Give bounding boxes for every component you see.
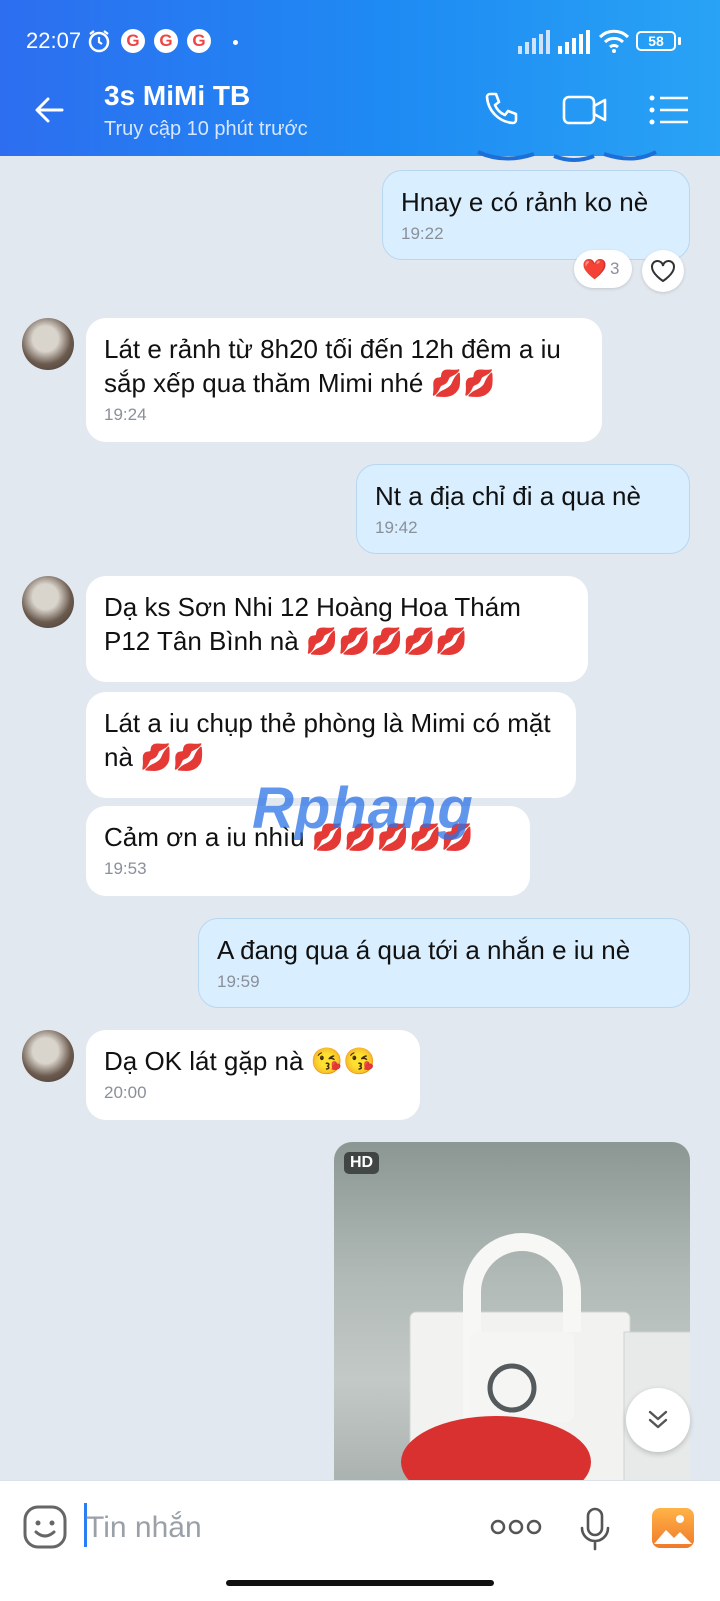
message-bubble-sent[interactable]: Nt a địa chỉ đi a qua nè 19:42: [356, 464, 690, 554]
home-indicator: [226, 1580, 494, 1586]
microphone-icon[interactable]: [578, 1506, 612, 1552]
message-text: Nt a địa chỉ đi a qua nè: [375, 481, 641, 511]
contact-avatar[interactable]: [22, 576, 74, 628]
message-text: Lát e rảnh từ 8h20 tối đến 12h đêm a iu …: [104, 334, 561, 398]
message-bubble-sent[interactable]: A đang qua á qua tới a nhắn e iu nè 19:5…: [198, 918, 690, 1008]
google-icon: G: [154, 29, 178, 53]
reaction-summary[interactable]: ❤️ 3: [574, 250, 632, 288]
battery-icon: 58: [636, 31, 676, 51]
reaction-count: 3: [610, 259, 620, 278]
message-time: 19:53: [104, 859, 147, 878]
signal-icon: [558, 30, 590, 54]
message-input[interactable]: [84, 1504, 468, 1552]
battery-tip: [678, 37, 681, 45]
contact-avatar[interactable]: [22, 1030, 74, 1082]
sticker-partial: [477, 150, 657, 162]
message-text: Dạ ks Sơn Nhi 12 Hoàng Hoa Thám P12 Tân …: [104, 592, 521, 656]
alarm-icon: [88, 30, 110, 53]
scroll-to-bottom-button[interactable]: [626, 1388, 690, 1452]
message-bubble-received[interactable]: Dạ ks Sơn Nhi 12 Hoàng Hoa Thám P12 Tân …: [86, 576, 588, 682]
message-bubble-received[interactable]: Dạ OK lát gặp nà 😘😘 20:00: [86, 1030, 420, 1120]
back-arrow-icon[interactable]: [26, 84, 78, 136]
message-bubble-sent[interactable]: Hnay e có rảnh ko nè 19:22: [382, 170, 690, 260]
heart-reaction-icon: ❤️: [582, 259, 607, 281]
more-options-icon[interactable]: [490, 1512, 542, 1542]
chat-title[interactable]: 3s MiMi TB: [104, 80, 250, 112]
google-icon: G: [121, 29, 145, 53]
double-chevron-down-icon: [648, 1410, 668, 1429]
wifi-icon: [598, 29, 630, 53]
message-text: Dạ OK lát gặp nà 😘😘: [104, 1046, 376, 1076]
message-text: Hnay e có rảnh ko nè: [401, 187, 649, 217]
message-text: A đang qua á qua tới a nhắn e iu nè: [217, 935, 631, 965]
gallery-image-icon[interactable]: [650, 1506, 696, 1550]
sticker-emoji-icon[interactable]: [22, 1504, 68, 1550]
message-time: 19:24: [104, 405, 147, 424]
notification-dot: [233, 40, 238, 45]
menu-list-icon[interactable]: [644, 84, 696, 136]
signal-icon: [518, 30, 550, 54]
hd-badge: HD: [344, 1152, 380, 1174]
video-call-icon[interactable]: [560, 84, 612, 136]
status-time: 22:07: [26, 28, 82, 53]
contact-avatar[interactable]: [22, 318, 74, 370]
message-time: 20:00: [104, 1083, 147, 1102]
phone-call-icon[interactable]: [476, 84, 528, 136]
message-time: 19:42: [375, 518, 418, 537]
add-reaction-button[interactable]: [642, 250, 684, 292]
message-time: 19:22: [401, 224, 444, 243]
message-time: 19:59: [217, 972, 260, 991]
heart-outline-icon: [651, 260, 675, 283]
message-bubble-received[interactable]: Lát e rảnh từ 8h20 tối đến 12h đêm a iu …: [86, 318, 602, 442]
watermark-text: Rphang: [252, 776, 474, 841]
last-seen-status: Truy cập 10 phút trước: [104, 118, 308, 140]
message-text: Lát a iu chụp thẻ phòng là Mimi có mặt n…: [104, 708, 551, 772]
google-icon: G: [187, 29, 211, 53]
